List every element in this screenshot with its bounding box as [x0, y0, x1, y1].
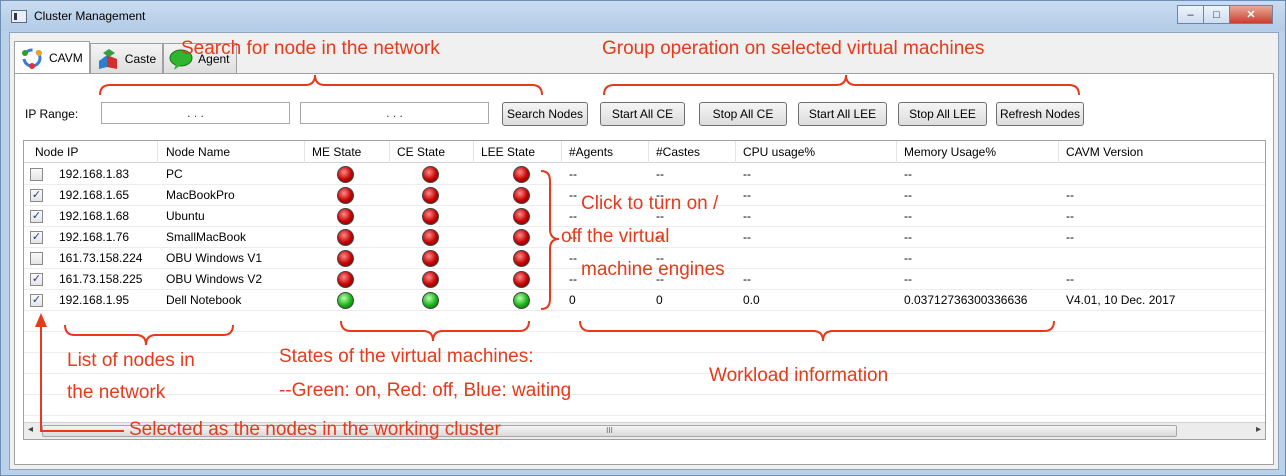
annotation-click-line3: machine engines — [581, 259, 725, 280]
annotation-workload: Workload information — [709, 365, 889, 386]
annotation-group-operation: Group operation on selected virtual mach… — [602, 38, 985, 59]
cluster-management-window: Cluster Management – □ ✕ CAVM Caste Agen… — [0, 0, 1286, 476]
annotation-states-line1: States of the virtual machines: — [279, 346, 534, 367]
annotation-states-line2: --Green: on, Red: off, Blue: waiting — [279, 380, 572, 401]
annotation-click-line2: off the virtual — [561, 226, 670, 247]
annotation-click-line1: Click to turn on / — [581, 193, 719, 214]
annotation-list-line2: the network — [67, 382, 166, 403]
annotation-search: Search for node in the network — [181, 38, 440, 59]
annotation-list-line1: List of nodes in — [67, 350, 195, 371]
annotation-selected: Selected as the nodes in the working clu… — [129, 419, 501, 440]
